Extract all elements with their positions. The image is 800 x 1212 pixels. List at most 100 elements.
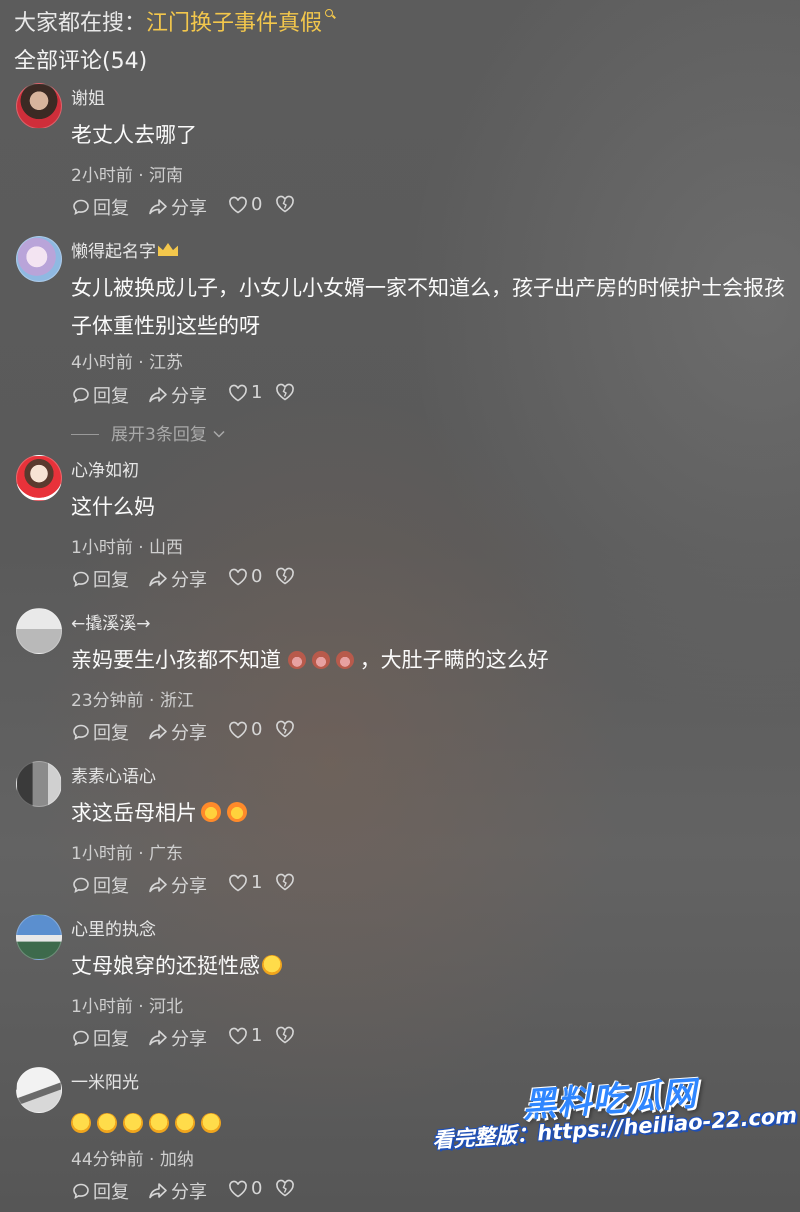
avatar[interactable] (16, 236, 62, 282)
search-icon (324, 5, 336, 19)
pig-face-emoji (287, 651, 306, 669)
avatar[interactable] (16, 83, 62, 129)
avatar[interactable] (16, 761, 62, 807)
broken-heart-icon (276, 195, 294, 213)
comment-author[interactable]: ←撬溪溪→ (71, 609, 151, 634)
avatar[interactable] (16, 914, 62, 960)
comment-text: 女儿被换成儿子，小女儿小女婿一家不知道么，孩子出产房的时候护士会报孩子体重性别这… (71, 276, 785, 338)
laughing-emoji (149, 1113, 169, 1133)
share-button[interactable]: 分享 (147, 382, 207, 408)
pig-face-emoji (311, 651, 330, 669)
reply-button[interactable]: 回复 (71, 382, 129, 408)
chevron-down-icon (213, 430, 225, 438)
reply-icon (73, 1030, 89, 1046)
like-button[interactable]: 0 (227, 1178, 262, 1199)
like-button[interactable]: 1 (227, 872, 262, 893)
like-button[interactable]: 1 (227, 1025, 262, 1046)
pray-emoji (227, 802, 247, 822)
reply-button[interactable]: 回复 (71, 1025, 129, 1051)
share-button[interactable]: 分享 (147, 872, 207, 898)
share-label: 分享 (171, 723, 207, 744)
reply-label: 回复 (93, 570, 129, 591)
heart-icon (229, 874, 247, 891)
comment-author[interactable]: 心净如初 (71, 456, 139, 481)
like-count: 0 (251, 1178, 263, 1199)
like-button[interactable]: 0 (227, 194, 262, 215)
reply-label: 回复 (93, 1182, 129, 1203)
avatar[interactable] (16, 455, 62, 501)
share-label: 分享 (171, 876, 207, 897)
comment-text: 丈母娘穿的还挺性感 (71, 947, 786, 985)
share-icon (149, 387, 167, 403)
share-icon (149, 1030, 167, 1046)
heart-icon (229, 568, 247, 585)
heart-icon (229, 384, 247, 401)
like-button[interactable]: 1 (227, 382, 262, 403)
comment-author[interactable]: 心里的执念 (71, 915, 156, 940)
pig-face-emoji (335, 651, 354, 669)
comment-text: 老丈人去哪了 (71, 123, 197, 147)
laughing-emoji (123, 1113, 143, 1133)
share-button[interactable]: 分享 (147, 194, 207, 220)
share-label: 分享 (171, 1029, 207, 1050)
comment-meta: 23分钟前 · 浙江 (71, 691, 194, 711)
reply-button[interactable]: 回复 (71, 719, 129, 745)
broken-heart-icon (276, 567, 294, 585)
reply-label: 回复 (93, 198, 129, 219)
share-label: 分享 (171, 198, 207, 219)
heart-icon (229, 721, 247, 738)
comment-author[interactable]: 素素心语心 (71, 762, 156, 787)
dislike-button[interactable] (274, 566, 298, 586)
comment-author[interactable]: 一米阳光 (71, 1068, 139, 1093)
search-suggestion[interactable]: 大家都在搜：江门换子事件真假 (14, 5, 336, 37)
like-count: 1 (251, 872, 263, 893)
share-label: 分享 (171, 386, 207, 407)
reply-label: 回复 (93, 723, 129, 744)
expand-replies-button[interactable]: 展开3条回复 (71, 420, 226, 445)
laughing-emoji (262, 955, 282, 975)
reply-icon (73, 724, 89, 740)
dislike-button[interactable] (274, 872, 298, 892)
crown-icon (158, 243, 178, 256)
share-button[interactable]: 分享 (147, 719, 207, 745)
dislike-button[interactable] (274, 194, 298, 214)
reply-icon (73, 387, 89, 403)
laughing-emoji (175, 1113, 195, 1133)
share-button[interactable]: 分享 (147, 566, 207, 592)
share-icon (149, 571, 167, 587)
broken-heart-icon (276, 383, 294, 401)
search-keyword[interactable]: 江门换子事件真假 (146, 11, 322, 36)
like-button[interactable]: 0 (227, 719, 262, 740)
broken-heart-icon (276, 720, 294, 738)
broken-heart-icon (276, 873, 294, 891)
dislike-button[interactable] (274, 719, 298, 739)
comment-meta: 1小时前 · 河北 (71, 997, 184, 1017)
share-button[interactable]: 分享 (147, 1178, 207, 1204)
comment-meta: 2小时前 · 河南 (71, 166, 184, 186)
share-icon (149, 877, 167, 893)
share-label: 分享 (171, 1182, 207, 1203)
expand-replies-label: 展开3条回复 (111, 425, 207, 445)
reply-button[interactable]: 回复 (71, 194, 129, 220)
reply-button[interactable]: 回复 (71, 872, 129, 898)
dislike-button[interactable] (274, 1025, 298, 1045)
reply-button[interactable]: 回复 (71, 1178, 129, 1204)
share-button[interactable]: 分享 (147, 1025, 207, 1051)
reply-icon (73, 877, 89, 893)
reply-icon (73, 199, 89, 215)
avatar[interactable] (16, 1067, 62, 1113)
dislike-button[interactable] (274, 382, 298, 402)
like-count: 1 (251, 1025, 263, 1046)
comment-meta: 1小时前 · 广东 (71, 844, 184, 864)
avatar[interactable] (16, 608, 62, 654)
reply-button[interactable]: 回复 (71, 566, 129, 592)
laughing-emoji (201, 1113, 221, 1133)
like-button[interactable]: 0 (227, 566, 262, 587)
comment-author[interactable]: 懒得起名字 (71, 237, 178, 262)
dislike-button[interactable] (274, 1178, 298, 1198)
comment-author[interactable]: 谢姐 (71, 84, 105, 109)
laughing-emoji (97, 1113, 117, 1133)
divider (71, 434, 99, 435)
heart-icon (229, 1027, 247, 1044)
pray-emoji (201, 802, 221, 822)
